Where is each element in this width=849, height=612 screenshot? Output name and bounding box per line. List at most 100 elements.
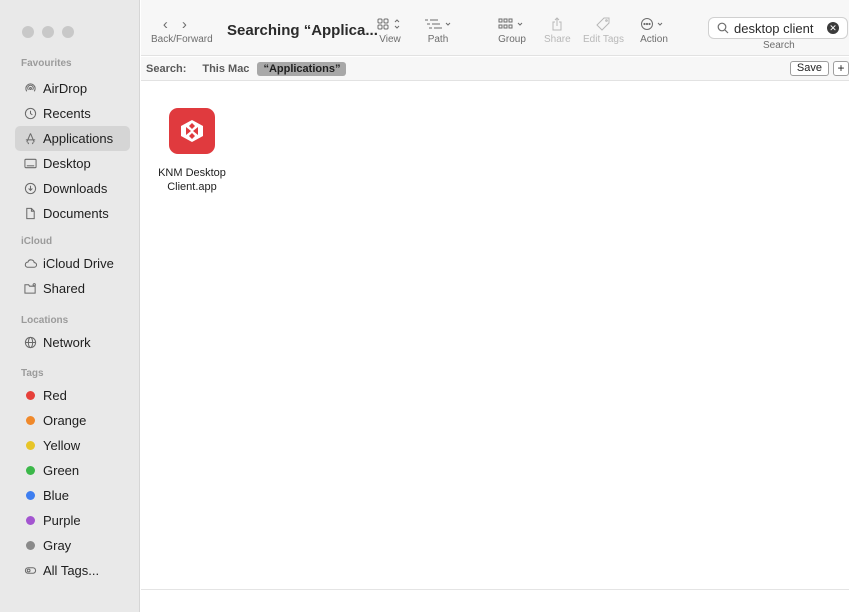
- sidebar-item-documents[interactable]: Documents: [15, 201, 130, 226]
- ellipsis-circle-icon: [640, 14, 668, 34]
- applications-icon: [23, 132, 37, 146]
- tag-dot-icon: [23, 439, 37, 453]
- sidebar-item-airdrop[interactable]: AirDrop: [15, 76, 130, 101]
- sidebar-item-tag-blue[interactable]: Blue: [15, 483, 130, 508]
- sidebar-item-recents[interactable]: Recents: [15, 101, 130, 126]
- sidebar-item-tag-orange[interactable]: Orange: [15, 408, 130, 433]
- sidebar-item-all-tags[interactable]: All Tags...: [15, 558, 130, 583]
- sidebar-item-label: Orange: [43, 413, 87, 428]
- group-button[interactable]: Group: [498, 14, 526, 46]
- close-window-button[interactable]: [22, 26, 34, 38]
- path-list-icon: [424, 14, 452, 34]
- sidebar-item-network[interactable]: Network: [15, 330, 130, 355]
- share-icon: [551, 14, 563, 34]
- sidebar-item-tag-green[interactable]: Green: [15, 458, 130, 483]
- path-button[interactable]: Path: [424, 14, 452, 46]
- sidebar-item-label: Downloads: [43, 181, 108, 196]
- group-grid-icon: [498, 14, 526, 34]
- sidebar-item-applications[interactable]: Applications: [15, 126, 130, 151]
- scope-this-mac[interactable]: This Mac: [196, 62, 255, 76]
- file-name-line1: KNM Desktop: [158, 167, 226, 179]
- sidebar: Favourites AirDrop Recents Applications …: [0, 0, 140, 612]
- knm-app-icon: [169, 108, 215, 154]
- search-scope-bar: Search: This Mac “Applications” Save +: [141, 57, 849, 81]
- scope-label: Search:: [146, 62, 187, 75]
- sidebar-item-label: Gray: [43, 538, 72, 553]
- tag-dot-icon: [23, 539, 37, 553]
- group-label: Group: [498, 34, 526, 45]
- sidebar-item-label: Network: [43, 335, 91, 350]
- sidebar-item-tag-red[interactable]: Red: [15, 383, 130, 408]
- action-label: Action: [640, 34, 668, 45]
- network-icon: [23, 336, 37, 350]
- document-icon: [23, 207, 37, 221]
- status-divider: [141, 589, 849, 590]
- sidebar-item-tag-gray[interactable]: Gray: [15, 533, 130, 558]
- zoom-window-button[interactable]: [62, 26, 74, 38]
- sidebar-item-tag-purple[interactable]: Purple: [15, 508, 130, 533]
- sidebar-item-label: Green: [43, 463, 80, 478]
- scope-applications[interactable]: “Applications”: [257, 61, 347, 76]
- clear-search-icon[interactable]: ✕: [827, 22, 839, 34]
- tag-dot-icon: [23, 414, 37, 428]
- add-criteria-button[interactable]: +: [833, 61, 849, 76]
- sidebar-item-icloud-drive[interactable]: iCloud Drive: [15, 251, 130, 276]
- back-forward-button[interactable]: ‹› Back/Forward: [151, 14, 213, 46]
- sidebar-item-label: Blue: [43, 488, 70, 503]
- sidebar-item-shared[interactable]: Shared: [15, 276, 130, 301]
- locations-section: Locations Network: [0, 314, 140, 355]
- edit-tags-button[interactable]: Edit Tags: [583, 14, 624, 46]
- cloud-icon: [23, 257, 37, 271]
- sidebar-item-label: All Tags...: [43, 563, 100, 578]
- search-label: Search: [763, 40, 795, 51]
- minimize-window-button[interactable]: [42, 26, 54, 38]
- tag-dot-icon: [23, 489, 37, 503]
- icloud-header: iCloud: [21, 236, 53, 247]
- view-button[interactable]: View: [377, 14, 403, 46]
- edit-tags-label: Edit Tags: [583, 34, 624, 45]
- view-label: View: [379, 34, 401, 45]
- shared-folder-icon: [23, 282, 37, 296]
- search-query: desktop client: [734, 20, 814, 36]
- sidebar-item-label: Recents: [43, 106, 91, 121]
- file-name: KNM Desktop Client.app: [153, 166, 231, 194]
- search-input[interactable]: desktop client ✕: [708, 17, 848, 39]
- sidebar-item-label: AirDrop: [43, 81, 88, 96]
- download-icon: [23, 182, 37, 196]
- all-tags-icon: [23, 564, 37, 578]
- tags-header: Tags: [21, 368, 44, 379]
- grid-view-icon: [377, 14, 403, 34]
- sidebar-item-downloads[interactable]: Downloads: [15, 176, 130, 201]
- save-search-button[interactable]: Save: [789, 61, 829, 76]
- favourites-header: Favourites: [21, 58, 72, 69]
- results-area: KNM Desktop Client.app: [141, 82, 849, 612]
- locations-header: Locations: [21, 315, 69, 326]
- desktop-icon: [23, 157, 37, 171]
- window-controls: [22, 26, 74, 38]
- tag-dot-icon: [23, 389, 37, 403]
- sidebar-item-label: Red: [43, 388, 67, 403]
- sidebar-item-label: Desktop: [43, 156, 91, 171]
- back-forward-label: Back/Forward: [151, 34, 213, 45]
- share-button[interactable]: Share: [544, 14, 571, 46]
- action-button[interactable]: Action: [640, 14, 668, 46]
- sidebar-item-label: Shared: [43, 281, 85, 296]
- sidebar-item-label: Yellow: [43, 438, 81, 453]
- clock-icon: [23, 107, 37, 121]
- window-title: Searching “Applica...: [227, 22, 378, 39]
- tag-dot-icon: [23, 464, 37, 478]
- chevron-left-right-icon: ‹›: [162, 15, 201, 33]
- path-label: Path: [427, 34, 449, 45]
- share-label: Share: [544, 34, 571, 45]
- sidebar-item-desktop[interactable]: Desktop: [15, 151, 130, 176]
- file-name-line2: Client.app: [167, 181, 217, 193]
- file-item[interactable]: KNM Desktop Client.app: [153, 108, 231, 194]
- sidebar-item-tag-yellow[interactable]: Yellow: [15, 433, 130, 458]
- sidebar-item-label: Purple: [43, 513, 81, 528]
- tags-section: Tags Red Orange Yellow Green Blue Purple…: [0, 367, 140, 583]
- tag-dot-icon: [23, 514, 37, 528]
- favourites-section: Favourites AirDrop Recents Applications …: [0, 57, 140, 226]
- icloud-section: iCloud iCloud Drive Shared: [0, 235, 140, 301]
- sidebar-item-label: iCloud Drive: [43, 256, 114, 271]
- toolbar: ‹› Back/Forward Searching “Applica... Vi…: [141, 0, 849, 56]
